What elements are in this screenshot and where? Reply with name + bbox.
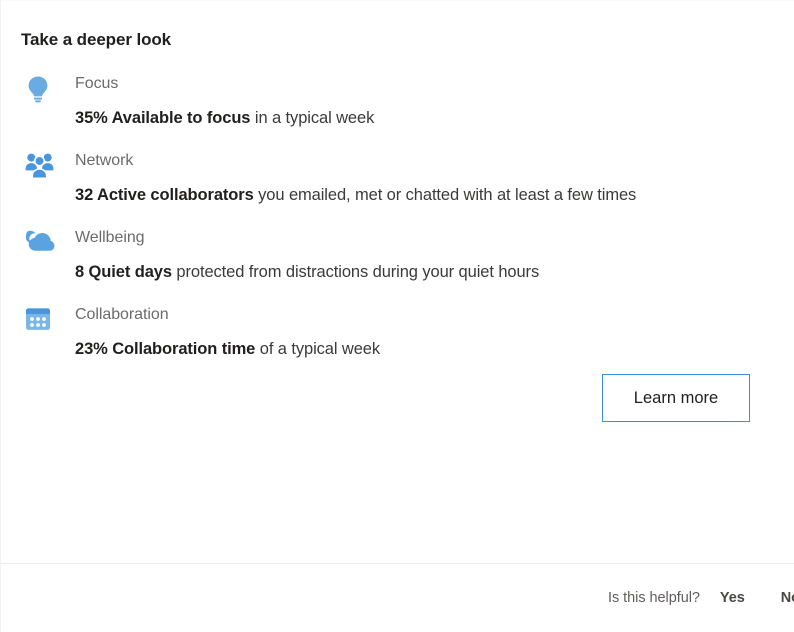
people-group-icon xyxy=(21,150,57,184)
insight-rest: you emailed, met or chatted with at leas… xyxy=(253,186,637,204)
insights-list: Focus 35% Available to focus in a typica… xyxy=(21,73,772,360)
lightbulb-icon xyxy=(21,73,57,107)
page-title: Take a deeper look xyxy=(21,30,172,49)
insight-text-wellbeing: Wellbeing 8 Quiet days protected from di… xyxy=(57,227,539,283)
feedback-yes-link[interactable]: Yes xyxy=(720,590,745,606)
insight-detail: 8 Quiet days protected from distractions… xyxy=(75,261,539,283)
insight-row-network: Network 32 Active collaborators you emai… xyxy=(21,150,772,206)
insight-detail: 35% Available to focus in a typical week xyxy=(75,107,374,129)
insight-text-network: Network 32 Active collaborators you emai… xyxy=(57,150,636,206)
insight-row-wellbeing: Wellbeing 8 Quiet days protected from di… xyxy=(21,227,772,283)
insight-rest: of a typical week xyxy=(255,340,381,358)
insight-highlight: 35% Available to focus xyxy=(75,109,251,127)
insight-row-focus: Focus 35% Available to focus in a typica… xyxy=(21,73,772,129)
insight-category-label: Wellbeing xyxy=(75,229,145,246)
calendar-icon xyxy=(21,304,57,338)
feedback-footer: Is this helpful? Yes No xyxy=(1,564,794,632)
insight-category-label: Network xyxy=(75,152,134,169)
insight-detail: 32 Active collaborators you emailed, met… xyxy=(75,184,636,206)
insight-highlight: 8 Quiet days xyxy=(75,263,172,281)
insight-row-collaboration: Collaboration 23% Collaboration time of … xyxy=(21,304,772,360)
insight-detail: 23% Collaboration time of a typical week xyxy=(75,338,380,360)
insight-highlight: 32 Active collaborators xyxy=(75,186,254,204)
learn-more-button[interactable]: Learn more xyxy=(602,374,750,422)
insight-text-collaboration: Collaboration 23% Collaboration time of … xyxy=(57,304,380,360)
insight-rest: protected from distractions during your … xyxy=(171,263,540,281)
insight-category-label: Focus xyxy=(75,75,119,92)
card-body: Take a deeper look Focus 35% Available t… xyxy=(1,1,794,532)
insight-highlight: 23% Collaboration time xyxy=(75,340,256,358)
deeper-look-card: Take a deeper look Focus 35% Available t… xyxy=(0,0,794,632)
feedback-question: Is this helpful? xyxy=(608,590,700,606)
insight-text-focus: Focus 35% Available to focus in a typica… xyxy=(57,73,374,129)
cloud-moon-icon xyxy=(21,227,57,261)
insight-category-label: Collaboration xyxy=(75,306,169,323)
feedback-no-link[interactable]: No xyxy=(781,590,794,606)
insight-rest: in a typical week xyxy=(250,109,375,127)
learn-more-container: Learn more xyxy=(21,360,772,422)
